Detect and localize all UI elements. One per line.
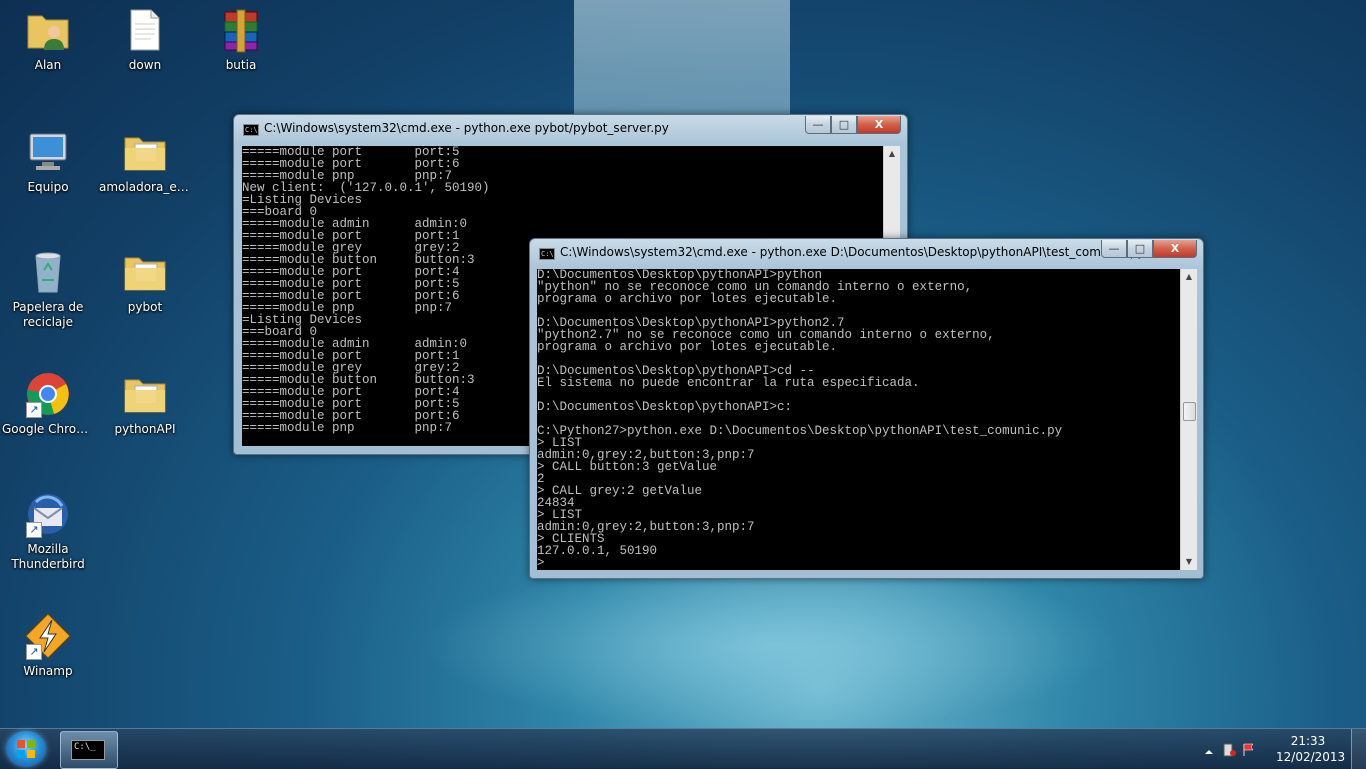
console-line: > CALL grey:2 getValue — [537, 484, 703, 498]
maximize-button[interactable]: □ — [1127, 240, 1153, 258]
desktop-icon-recycle-bin[interactable]: Papelera de reciclaje — [0, 248, 96, 330]
desktop-icon-label: Papelera de reciclaje — [12, 300, 84, 329]
winamp-icon: ↗ — [24, 612, 72, 660]
console-line: =Listing Devices — [242, 193, 363, 207]
folder-icon — [121, 370, 169, 418]
recycle-bin-icon — [24, 248, 72, 296]
document-icon — [121, 6, 169, 54]
clock-date: 12/02/2013 — [1276, 750, 1346, 764]
window-controls: — □ X — [1101, 240, 1197, 259]
start-button[interactable] — [6, 731, 46, 767]
windows-start-icon — [17, 740, 35, 758]
desktop-icon-pythonapi[interactable]: pythonAPI — [97, 370, 193, 437]
desktop-icon-winamp[interactable]: ↗ Winamp — [0, 612, 96, 679]
client-console-window[interactable]: C:\ C:\Windows\system32\cmd.exe - python… — [529, 238, 1204, 579]
winrar-archive-icon — [217, 6, 265, 54]
desktop-icon-label: Equipo — [27, 180, 69, 194]
show-hidden-icons-icon[interactable] — [1202, 744, 1216, 758]
shortcut-arrow-icon: ↗ — [26, 522, 42, 538]
chrome-icon: ↗ — [24, 370, 72, 418]
console-line: 127.0.0.1, 50190 — [537, 544, 658, 558]
folder-icon — [121, 248, 169, 296]
console-line: admin:0,grey:2,button:3,pnp:7 — [537, 520, 755, 534]
desktop-icon-down[interactable]: down — [97, 6, 193, 73]
scroll-up-icon[interactable]: ▲ — [884, 146, 900, 162]
desktop-icon-chrome[interactable]: ↗ Google Chrome — [0, 370, 96, 437]
desktop-icon-label: Google Chrome — [2, 422, 96, 436]
tray-clock[interactable]: 21:33 12/02/2013 — [1276, 733, 1346, 765]
window-titlebar[interactable]: C:\ C:\Windows\system32\cmd.exe - python… — [530, 239, 1203, 267]
desktop-icon-pybot[interactable]: pybot — [97, 248, 193, 315]
console-line: programa o archivo por lotes ejecutable. — [537, 292, 838, 306]
action-center-flag-icon[interactable] — [1242, 742, 1256, 756]
taskbar: C:\_ 21:33 12/02/2013 — [0, 728, 1366, 769]
show-desktop-button[interactable] — [1351, 729, 1366, 769]
thunderbird-icon: ↗ — [24, 490, 72, 538]
scroll-up-icon[interactable]: ▲ — [1181, 269, 1197, 285]
system-tray: 21:33 12/02/2013 — [1186, 729, 1366, 769]
close-button[interactable]: X — [857, 116, 901, 134]
desktop-icon-label: Mozilla Thunderbird — [11, 542, 85, 571]
window-title: C:\Windows\system32\cmd.exe - python.exe… — [264, 121, 669, 135]
desktop-icon-label: down — [128, 58, 162, 72]
computer-icon — [24, 128, 72, 176]
cmd-icon: C:\ — [243, 124, 259, 136]
console-line: 24834 — [537, 496, 575, 510]
desktop-icon-label: butia — [225, 58, 257, 72]
cmd-icon: C:\ — [539, 248, 555, 260]
desktop-icon-label: Alan — [34, 58, 62, 72]
desktop-icon-label: pythonAPI — [114, 422, 176, 436]
folder-icon — [121, 128, 169, 176]
desktop-icon-amoladora[interactable]: amoladora_edi... — [97, 128, 193, 195]
user-folder-icon — [24, 6, 72, 54]
minimize-button[interactable]: — — [805, 116, 831, 134]
console-line: > CALL button:3 getValue — [537, 460, 718, 474]
console-line: > — [537, 556, 545, 570]
close-button[interactable]: X — [1153, 240, 1197, 258]
window-titlebar[interactable]: C:\ C:\Windows\system32\cmd.exe - python… — [234, 115, 907, 143]
desktop-icon-alan[interactable]: Alan — [0, 6, 96, 73]
desktop-icon-label: pybot — [127, 300, 163, 314]
console-line: C:\Python27>python.exe D:\Documentos\Des… — [537, 424, 1063, 438]
device-eject-icon[interactable] — [1222, 742, 1236, 757]
wallpaper-glow — [420, 560, 1120, 730]
console-line: El sistema no puede encontrar la ruta es… — [537, 376, 920, 390]
desktop-icon-butia[interactable]: butia — [193, 6, 289, 73]
window-controls: — □ X — [805, 116, 901, 135]
desktop-icon-thunderbird[interactable]: ↗ Mozilla Thunderbird — [0, 490, 96, 572]
desktop-icon-label: Winamp — [23, 664, 73, 678]
clock-time: 21:33 — [1290, 734, 1326, 748]
scroll-thumb[interactable] — [1183, 402, 1196, 421]
shortcut-arrow-icon: ↗ — [26, 644, 42, 660]
console-line: programa o archivo por lotes ejecutable. — [537, 340, 838, 354]
console-output[interactable]: D:\Documentos\Desktop\pythonAPI>python "p… — [537, 269, 1180, 570]
scroll-down-icon[interactable]: ▼ — [1181, 554, 1197, 570]
taskbar-cmd-button[interactable]: C:\_ — [60, 731, 118, 769]
console-line: D:\Documentos\Desktop\pythonAPI>c: — [537, 400, 793, 414]
vertical-scrollbar[interactable]: ▲ ▼ — [1180, 269, 1197, 570]
minimize-button[interactable]: — — [1101, 240, 1127, 258]
desktop-icon-equipo[interactable]: Equipo — [0, 128, 96, 195]
desktop-icon-label: amoladora_edi... — [99, 180, 193, 194]
window-title: C:\Windows\system32\cmd.exe - python.exe… — [560, 245, 1145, 259]
maximize-button[interactable]: □ — [831, 116, 857, 134]
shortcut-arrow-icon: ↗ — [26, 402, 42, 418]
cmd-icon: C:\_ — [71, 740, 105, 760]
